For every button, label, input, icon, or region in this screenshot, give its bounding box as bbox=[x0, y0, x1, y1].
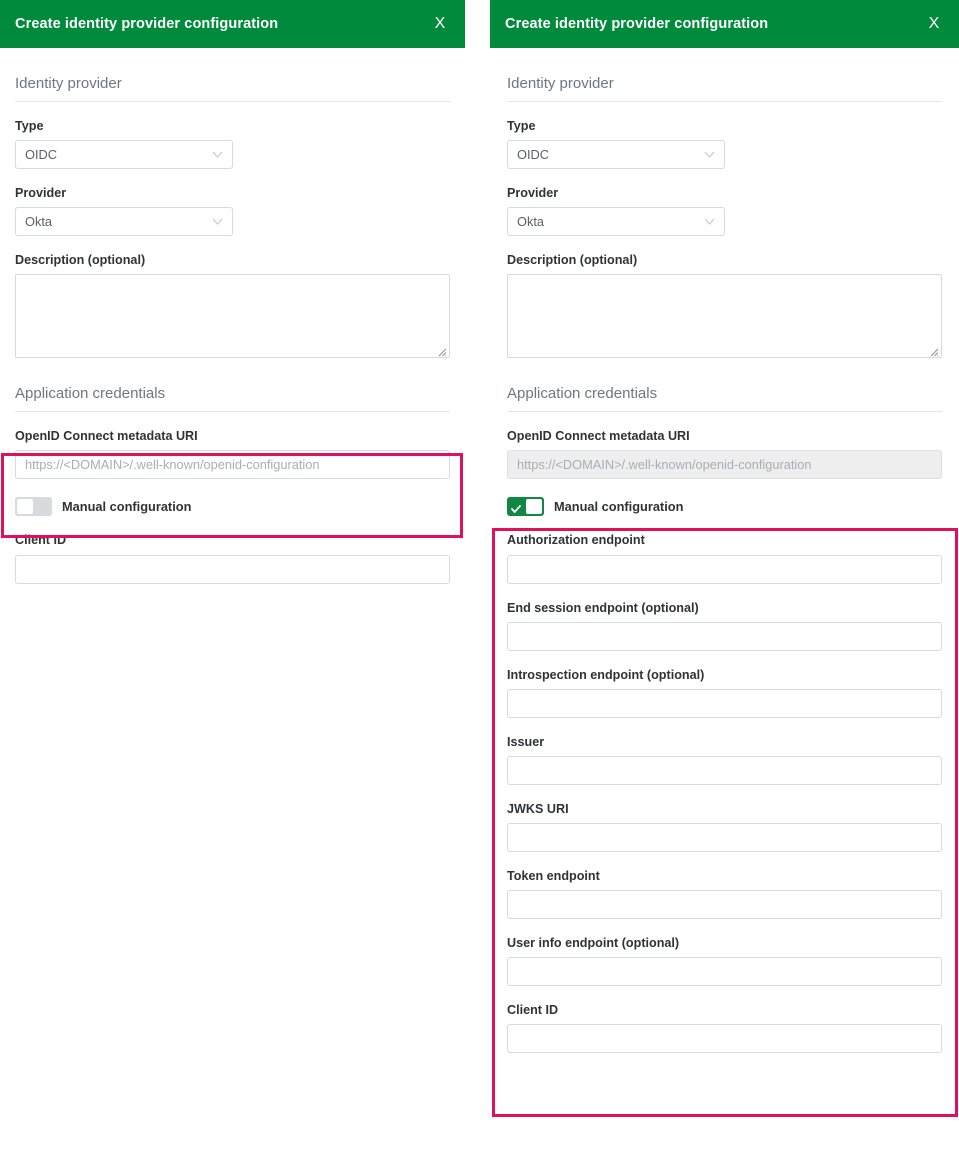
chevron-down-icon bbox=[212, 218, 223, 225]
introspection-endpoint-input[interactable] bbox=[507, 689, 942, 718]
dialog-body: Identity provider Type OIDC Provider Okt… bbox=[490, 48, 959, 1053]
authorization-endpoint-input[interactable] bbox=[507, 555, 942, 584]
metadata-uri-input[interactable]: https://<DOMAIN>/.well-known/openid-conf… bbox=[15, 450, 450, 479]
chevron-down-icon bbox=[212, 151, 223, 158]
field-label-description: Description (optional) bbox=[507, 253, 942, 268]
field-label-type: Type bbox=[507, 119, 942, 134]
field-label-authorization-endpoint: Authorization endpoint bbox=[507, 533, 942, 548]
dialog-panel-before: Create identity provider configuration X… bbox=[0, 0, 465, 1173]
field-type: Type OIDC bbox=[507, 102, 942, 169]
chevron-down-icon bbox=[704, 218, 715, 225]
field-end-session-endpoint: End session endpoint (optional) bbox=[507, 584, 942, 651]
type-select-value: OIDC bbox=[517, 147, 549, 162]
field-label-client-id: Client ID bbox=[15, 533, 450, 548]
dialog-titlebar: Create identity provider configuration X bbox=[0, 0, 465, 48]
field-label-user-info-endpoint: User info endpoint (optional) bbox=[507, 936, 942, 951]
check-icon bbox=[511, 501, 521, 511]
field-authorization-endpoint: Authorization endpoint bbox=[507, 516, 942, 583]
toggle-knob bbox=[17, 499, 33, 514]
field-label-metadata-uri: OpenID Connect metadata URI bbox=[15, 429, 450, 444]
field-type: Type OIDC bbox=[15, 102, 450, 169]
field-issuer: Issuer bbox=[507, 718, 942, 785]
jwks-uri-input[interactable] bbox=[507, 823, 942, 852]
dialog-titlebar: Create identity provider configuration X bbox=[490, 0, 959, 48]
provider-select-value: Okta bbox=[517, 214, 544, 229]
type-select[interactable]: OIDC bbox=[507, 140, 725, 169]
manual-configuration-label: Manual configuration bbox=[62, 499, 191, 514]
field-provider: Provider Okta bbox=[507, 169, 942, 236]
field-label-description: Description (optional) bbox=[15, 253, 450, 268]
field-label-issuer: Issuer bbox=[507, 735, 942, 750]
section-application-credentials: Application credentials bbox=[507, 358, 942, 412]
field-description: Description (optional) bbox=[507, 236, 942, 358]
type-select-value: OIDC bbox=[25, 147, 57, 162]
section-identity-provider: Identity provider bbox=[507, 48, 942, 102]
field-label-provider: Provider bbox=[507, 186, 942, 201]
provider-select[interactable]: Okta bbox=[15, 207, 233, 236]
field-introspection-endpoint: Introspection endpoint (optional) bbox=[507, 651, 942, 718]
manual-configuration-label: Manual configuration bbox=[554, 499, 683, 514]
manual-configuration-row: Manual configuration bbox=[15, 479, 450, 516]
end-session-endpoint-input[interactable] bbox=[507, 622, 942, 651]
field-user-info-endpoint: User info endpoint (optional) bbox=[507, 919, 942, 986]
field-client-id: Client ID bbox=[15, 516, 450, 583]
chevron-down-icon bbox=[704, 151, 715, 158]
section-identity-provider: Identity provider bbox=[15, 48, 450, 102]
user-info-endpoint-input[interactable] bbox=[507, 957, 942, 986]
resize-grip-icon[interactable] bbox=[928, 344, 939, 355]
field-label-metadata-uri: OpenID Connect metadata URI bbox=[507, 429, 942, 444]
field-label-provider: Provider bbox=[15, 186, 450, 201]
field-label-client-id: Client ID bbox=[507, 1003, 942, 1018]
metadata-uri-input: https://<DOMAIN>/.well-known/openid-conf… bbox=[507, 450, 942, 479]
manual-configuration-toggle[interactable] bbox=[15, 497, 52, 516]
dialog-panel-after: Create identity provider configuration X… bbox=[490, 0, 959, 1173]
field-metadata-uri: OpenID Connect metadata URI https://<DOM… bbox=[15, 412, 450, 479]
field-client-id: Client ID bbox=[507, 986, 942, 1053]
provider-select-value: Okta bbox=[25, 214, 52, 229]
token-endpoint-input[interactable] bbox=[507, 890, 942, 919]
manual-configuration-toggle[interactable] bbox=[507, 497, 544, 516]
issuer-input[interactable] bbox=[507, 756, 942, 785]
section-application-credentials: Application credentials bbox=[15, 358, 450, 412]
close-icon[interactable]: X bbox=[429, 13, 451, 35]
field-label-token-endpoint: Token endpoint bbox=[507, 869, 942, 884]
screenshot-root: Create identity provider configuration X… bbox=[0, 0, 959, 1173]
field-provider: Provider Okta bbox=[15, 169, 450, 236]
manual-configuration-row: Manual configuration bbox=[507, 479, 942, 516]
field-label-type: Type bbox=[15, 119, 450, 134]
toggle-knob bbox=[526, 499, 542, 514]
description-textarea[interactable] bbox=[15, 274, 450, 358]
dialog-body: Identity provider Type OIDC Provider Okt… bbox=[0, 48, 465, 584]
field-jwks-uri: JWKS URI bbox=[507, 785, 942, 852]
client-id-input[interactable] bbox=[15, 555, 450, 584]
field-label-introspection-endpoint: Introspection endpoint (optional) bbox=[507, 668, 942, 683]
description-textarea[interactable] bbox=[507, 274, 942, 358]
client-id-input[interactable] bbox=[507, 1024, 942, 1053]
field-label-end-session-endpoint: End session endpoint (optional) bbox=[507, 601, 942, 616]
dialog-title: Create identity provider configuration bbox=[15, 16, 429, 32]
field-token-endpoint: Token endpoint bbox=[507, 852, 942, 919]
provider-select[interactable]: Okta bbox=[507, 207, 725, 236]
field-label-jwks-uri: JWKS URI bbox=[507, 802, 942, 817]
field-description: Description (optional) bbox=[15, 236, 450, 358]
field-metadata-uri: OpenID Connect metadata URI https://<DOM… bbox=[507, 412, 942, 479]
dialog-title: Create identity provider configuration bbox=[505, 16, 923, 32]
type-select[interactable]: OIDC bbox=[15, 140, 233, 169]
close-icon[interactable]: X bbox=[923, 13, 945, 35]
resize-grip-icon[interactable] bbox=[436, 344, 447, 355]
